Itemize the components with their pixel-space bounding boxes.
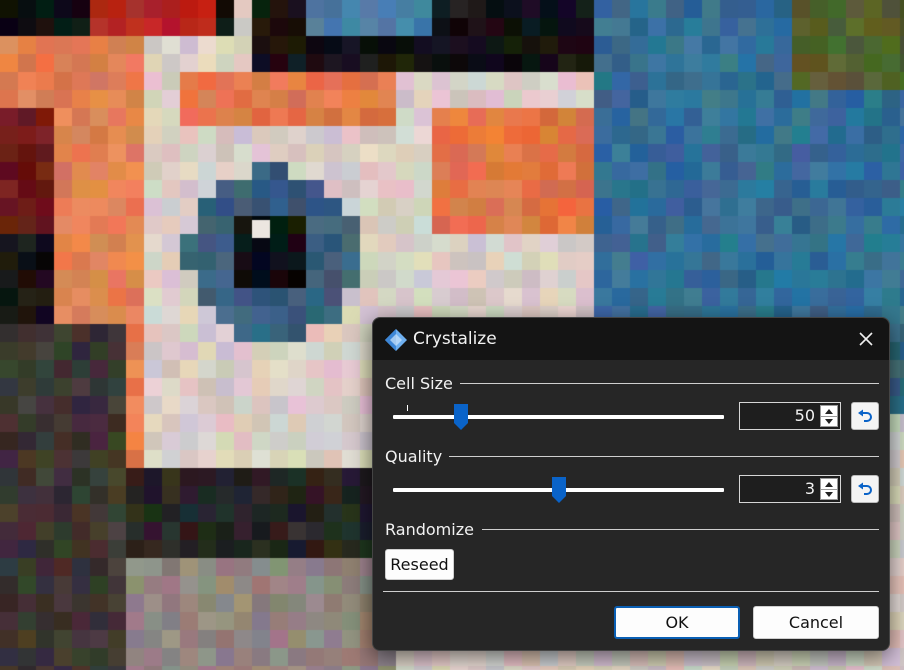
quality-decrement-button[interactable]: [821, 489, 837, 499]
chevron-down-icon: [825, 491, 833, 497]
chevron-up-icon: [825, 481, 833, 487]
cell-size-value: 50: [794, 406, 815, 425]
cell-size-spinbox[interactable]: 50: [739, 402, 841, 430]
quality-value: 3: [804, 479, 815, 498]
quality-divider: [449, 456, 879, 457]
chevron-down-icon: [825, 418, 833, 424]
randomize-divider: [482, 529, 879, 530]
footer-divider: [383, 591, 879, 592]
dialog-titlebar[interactable]: Crystalize: [373, 318, 889, 360]
quality-reset-button[interactable]: [851, 475, 879, 503]
ok-button[interactable]: OK: [614, 606, 740, 639]
dialog-title: Crystalize: [413, 329, 497, 349]
quality-slider-thumb[interactable]: [551, 476, 567, 504]
quality-spin-arrows: [820, 478, 838, 500]
crystalize-dialog: Crystalize Cell Size 50 Quality 3 Random…: [372, 317, 890, 651]
cell-size-spin-arrows: [820, 405, 838, 427]
cell-size-slider-thumb[interactable]: [453, 403, 469, 431]
cell-size-label: Cell Size: [385, 374, 453, 393]
cancel-button[interactable]: Cancel: [753, 606, 879, 639]
cell-size-decrement-button[interactable]: [821, 416, 837, 426]
cell-size-divider: [460, 383, 879, 384]
undo-arrow-icon: [858, 482, 872, 495]
cell-size-slider-tick: [407, 405, 408, 411]
close-icon: [859, 332, 873, 346]
chevron-up-icon: [825, 408, 833, 414]
quality-spinbox[interactable]: 3: [739, 475, 841, 503]
close-button[interactable]: [851, 324, 881, 354]
reseed-button[interactable]: Reseed: [385, 549, 454, 580]
cell-size-slider-track[interactable]: [393, 415, 724, 419]
cell-size-reset-button[interactable]: [851, 402, 879, 430]
quality-label: Quality: [385, 447, 443, 466]
undo-arrow-icon: [858, 409, 872, 422]
randomize-label: Randomize: [385, 520, 474, 539]
crystal-diamond-icon: [385, 329, 407, 351]
